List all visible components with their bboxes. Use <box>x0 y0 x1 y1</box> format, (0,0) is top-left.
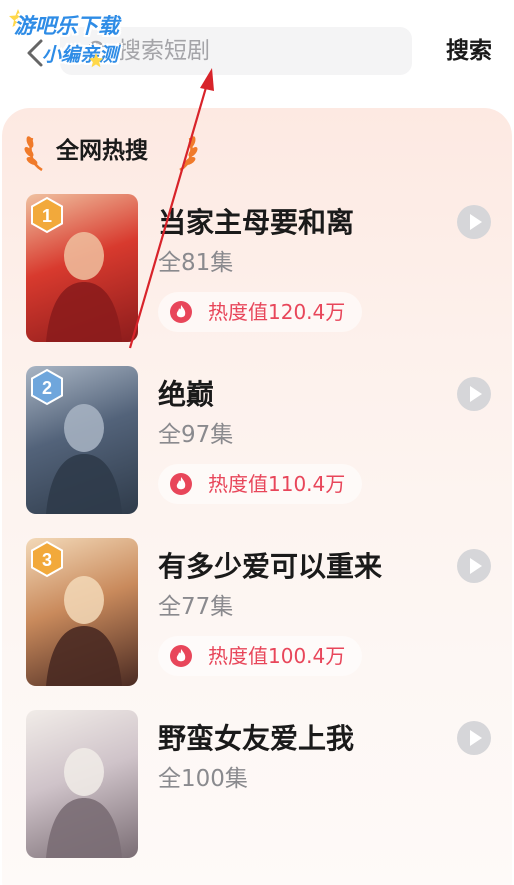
heat-value: 热度值110.4万 <box>208 472 346 496</box>
drama-title[interactable]: 有多少爱可以重来 <box>158 550 382 584</box>
heat-badge: 热度值100.4万 <box>158 636 362 676</box>
hot-search-header: 全网热搜 <box>24 132 204 172</box>
episode-count: 全81集 <box>158 250 234 276</box>
heat-badge: 热度值110.4万 <box>158 464 362 504</box>
laurel-right-icon <box>179 136 198 172</box>
episode-count: 全97集 <box>158 422 234 448</box>
flame-icon <box>170 473 192 495</box>
heat-badge: 热度值120.4万 <box>158 292 362 332</box>
flame-icon <box>170 301 192 323</box>
hot-search-item[interactable]: 1 当家主母要和离全81集 热度值120.4万 <box>26 194 496 344</box>
drama-poster[interactable]: 2 <box>26 366 138 514</box>
drama-title[interactable]: 当家主母要和离 <box>158 206 354 240</box>
hot-search-card: 全网热搜 1 当家主母要和离 全81集 热度值120.4万 2 绝巅 全97集 … <box>2 108 512 885</box>
hot-search-title: 全网热搜 <box>56 138 148 164</box>
watermark: 游吧乐下载 小编亲测 <box>8 6 150 70</box>
watermark-line1: 游吧乐下载 <box>14 14 119 38</box>
play-icon[interactable] <box>456 204 492 240</box>
hot-search-item[interactable]: 2 绝巅全97集 热度值110.4万 <box>26 366 496 516</box>
laurel-left-icon <box>24 136 43 172</box>
rank-badge-icon: 1 <box>31 196 63 234</box>
rank-number: 3 <box>42 550 52 570</box>
heat-value: 热度值100.4万 <box>208 644 346 668</box>
episode-count: 全77集 <box>158 594 234 620</box>
drama-title[interactable]: 野蛮女友爱上我 <box>158 722 354 756</box>
watermark-line2: 小编亲测 <box>42 44 119 66</box>
rank-number: 2 <box>42 378 52 398</box>
flame-icon <box>170 645 192 667</box>
rank-badge-icon: 2 <box>31 368 63 406</box>
play-icon[interactable] <box>456 548 492 584</box>
star-icon <box>88 52 104 68</box>
play-icon[interactable] <box>456 376 492 412</box>
play-icon[interactable] <box>456 720 492 756</box>
poster-figure <box>46 748 122 858</box>
drama-poster[interactable]: 1 <box>26 194 138 342</box>
drama-poster[interactable]: 3 <box>26 538 138 686</box>
heat-value: 热度值120.4万 <box>208 300 346 324</box>
search-button[interactable]: 搜索 <box>446 36 492 66</box>
rank-badge-icon: 3 <box>31 540 63 578</box>
hot-search-item[interactable]: 3 有多少爱可以重来全77集 热度值100.4万 <box>26 538 496 688</box>
drama-poster[interactable] <box>26 710 138 858</box>
drama-title[interactable]: 绝巅 <box>158 378 214 412</box>
hot-search-item[interactable]: 野蛮女友爱上我全100集 <box>26 710 496 860</box>
episode-count: 全100集 <box>158 766 248 792</box>
rank-number: 1 <box>42 206 52 226</box>
